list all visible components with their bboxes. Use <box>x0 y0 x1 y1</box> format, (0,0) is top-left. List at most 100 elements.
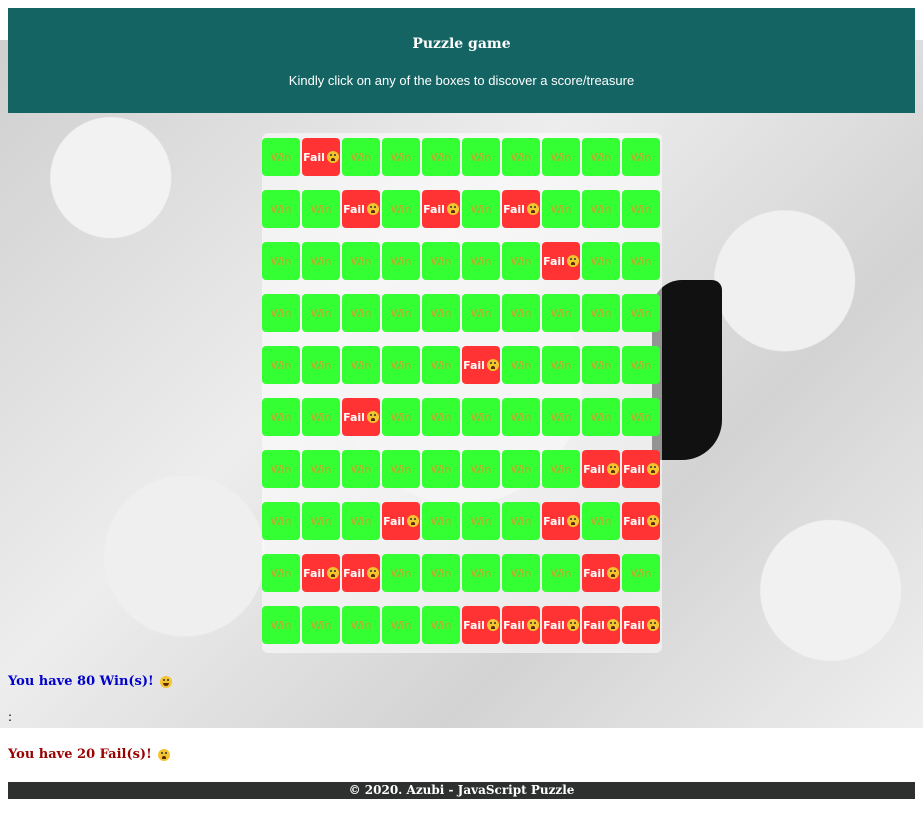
win-box[interactable]: Win <box>502 398 540 436</box>
win-box[interactable]: Win <box>462 242 500 280</box>
win-box[interactable]: Win <box>262 346 300 384</box>
win-box[interactable]: Win <box>422 450 460 488</box>
win-box[interactable]: Win <box>382 398 420 436</box>
win-box[interactable]: Win <box>542 138 580 176</box>
win-box[interactable]: Win <box>582 398 620 436</box>
win-box[interactable]: Win <box>462 190 500 228</box>
win-box[interactable]: Win <box>302 398 340 436</box>
win-box[interactable]: Win <box>342 346 380 384</box>
win-box[interactable]: Win <box>622 242 660 280</box>
win-box[interactable]: Win <box>462 502 500 540</box>
win-box[interactable]: Win <box>622 346 660 384</box>
win-box[interactable]: Win <box>582 346 620 384</box>
win-box[interactable]: Win <box>382 190 420 228</box>
win-box[interactable]: Win <box>382 450 420 488</box>
win-box[interactable]: Win <box>342 606 380 644</box>
fail-box[interactable]: Fail <box>582 606 620 644</box>
win-box[interactable]: Win <box>382 346 420 384</box>
win-box[interactable]: Win <box>422 554 460 592</box>
win-box[interactable]: Win <box>262 294 300 332</box>
win-box[interactable]: Win <box>462 450 500 488</box>
win-box[interactable]: Win <box>502 502 540 540</box>
win-box[interactable]: Win <box>422 242 460 280</box>
win-box[interactable]: Win <box>342 450 380 488</box>
win-box[interactable]: Win <box>462 554 500 592</box>
fail-box[interactable]: Fail <box>582 554 620 592</box>
win-box[interactable]: Win <box>502 554 540 592</box>
win-box[interactable]: Win <box>422 294 460 332</box>
win-box[interactable]: Win <box>302 346 340 384</box>
win-box[interactable]: Win <box>342 138 380 176</box>
win-box[interactable]: Win <box>582 502 620 540</box>
fail-box[interactable]: Fail <box>542 606 580 644</box>
win-box[interactable]: Win <box>262 502 300 540</box>
win-box[interactable]: Win <box>582 190 620 228</box>
win-box[interactable]: Win <box>302 242 340 280</box>
fail-box[interactable]: Fail <box>342 398 380 436</box>
win-box[interactable]: Win <box>422 138 460 176</box>
win-box[interactable]: Win <box>302 502 340 540</box>
win-box[interactable]: Win <box>582 242 620 280</box>
win-box[interactable]: Win <box>622 190 660 228</box>
win-box[interactable]: Win <box>382 294 420 332</box>
win-box[interactable]: Win <box>262 398 300 436</box>
win-box[interactable]: Win <box>582 294 620 332</box>
fail-box[interactable]: Fail <box>422 190 460 228</box>
win-box[interactable]: Win <box>462 138 500 176</box>
win-box[interactable]: Win <box>262 554 300 592</box>
fail-box[interactable]: Fail <box>342 190 380 228</box>
fail-box[interactable]: Fail <box>302 138 340 176</box>
fail-box[interactable]: Fail <box>462 606 500 644</box>
win-box[interactable]: Win <box>542 346 580 384</box>
win-box[interactable]: Win <box>622 554 660 592</box>
win-box[interactable]: Win <box>502 242 540 280</box>
win-box[interactable]: Win <box>462 294 500 332</box>
win-box[interactable]: Win <box>502 450 540 488</box>
win-box[interactable]: Win <box>422 502 460 540</box>
win-box[interactable]: Win <box>302 450 340 488</box>
win-box[interactable]: Win <box>502 294 540 332</box>
win-box[interactable]: Win <box>542 190 580 228</box>
win-box[interactable]: Win <box>502 138 540 176</box>
fail-box[interactable]: Fail <box>582 450 620 488</box>
win-box[interactable]: Win <box>262 190 300 228</box>
win-box[interactable]: Win <box>622 398 660 436</box>
win-box[interactable]: Win <box>422 606 460 644</box>
win-box[interactable]: Win <box>542 398 580 436</box>
fail-box[interactable]: Fail <box>622 606 660 644</box>
win-box[interactable]: Win <box>262 242 300 280</box>
win-box[interactable]: Win <box>302 294 340 332</box>
fail-box[interactable]: Fail <box>502 606 540 644</box>
fail-box[interactable]: Fail <box>622 502 660 540</box>
win-box[interactable]: Win <box>302 190 340 228</box>
win-box[interactable]: Win <box>422 398 460 436</box>
win-box[interactable]: Win <box>342 294 380 332</box>
win-box[interactable]: Win <box>382 242 420 280</box>
fail-box[interactable]: Fail <box>622 450 660 488</box>
fail-box[interactable]: Fail <box>542 242 580 280</box>
fail-box[interactable]: Fail <box>302 554 340 592</box>
win-box[interactable]: Win <box>262 606 300 644</box>
win-box[interactable]: Win <box>622 294 660 332</box>
win-box[interactable]: Win <box>262 138 300 176</box>
win-box[interactable]: Win <box>622 138 660 176</box>
fail-box[interactable]: Fail <box>382 502 420 540</box>
win-box[interactable]: Win <box>382 554 420 592</box>
win-box[interactable]: Win <box>582 138 620 176</box>
fail-box[interactable]: Fail <box>542 502 580 540</box>
win-box[interactable]: Win <box>342 502 380 540</box>
win-box[interactable]: Win <box>422 346 460 384</box>
win-box[interactable]: Win <box>382 606 420 644</box>
fail-box[interactable]: Fail <box>342 554 380 592</box>
win-box[interactable]: Win <box>342 242 380 280</box>
win-box[interactable]: Win <box>462 398 500 436</box>
win-box[interactable]: Win <box>382 138 420 176</box>
win-box[interactable]: Win <box>502 346 540 384</box>
win-box[interactable]: Win <box>542 554 580 592</box>
win-box[interactable]: Win <box>542 294 580 332</box>
win-box[interactable]: Win <box>302 606 340 644</box>
fail-box[interactable]: Fail <box>502 190 540 228</box>
fail-box[interactable]: Fail <box>462 346 500 384</box>
win-box[interactable]: Win <box>262 450 300 488</box>
win-box[interactable]: Win <box>542 450 580 488</box>
